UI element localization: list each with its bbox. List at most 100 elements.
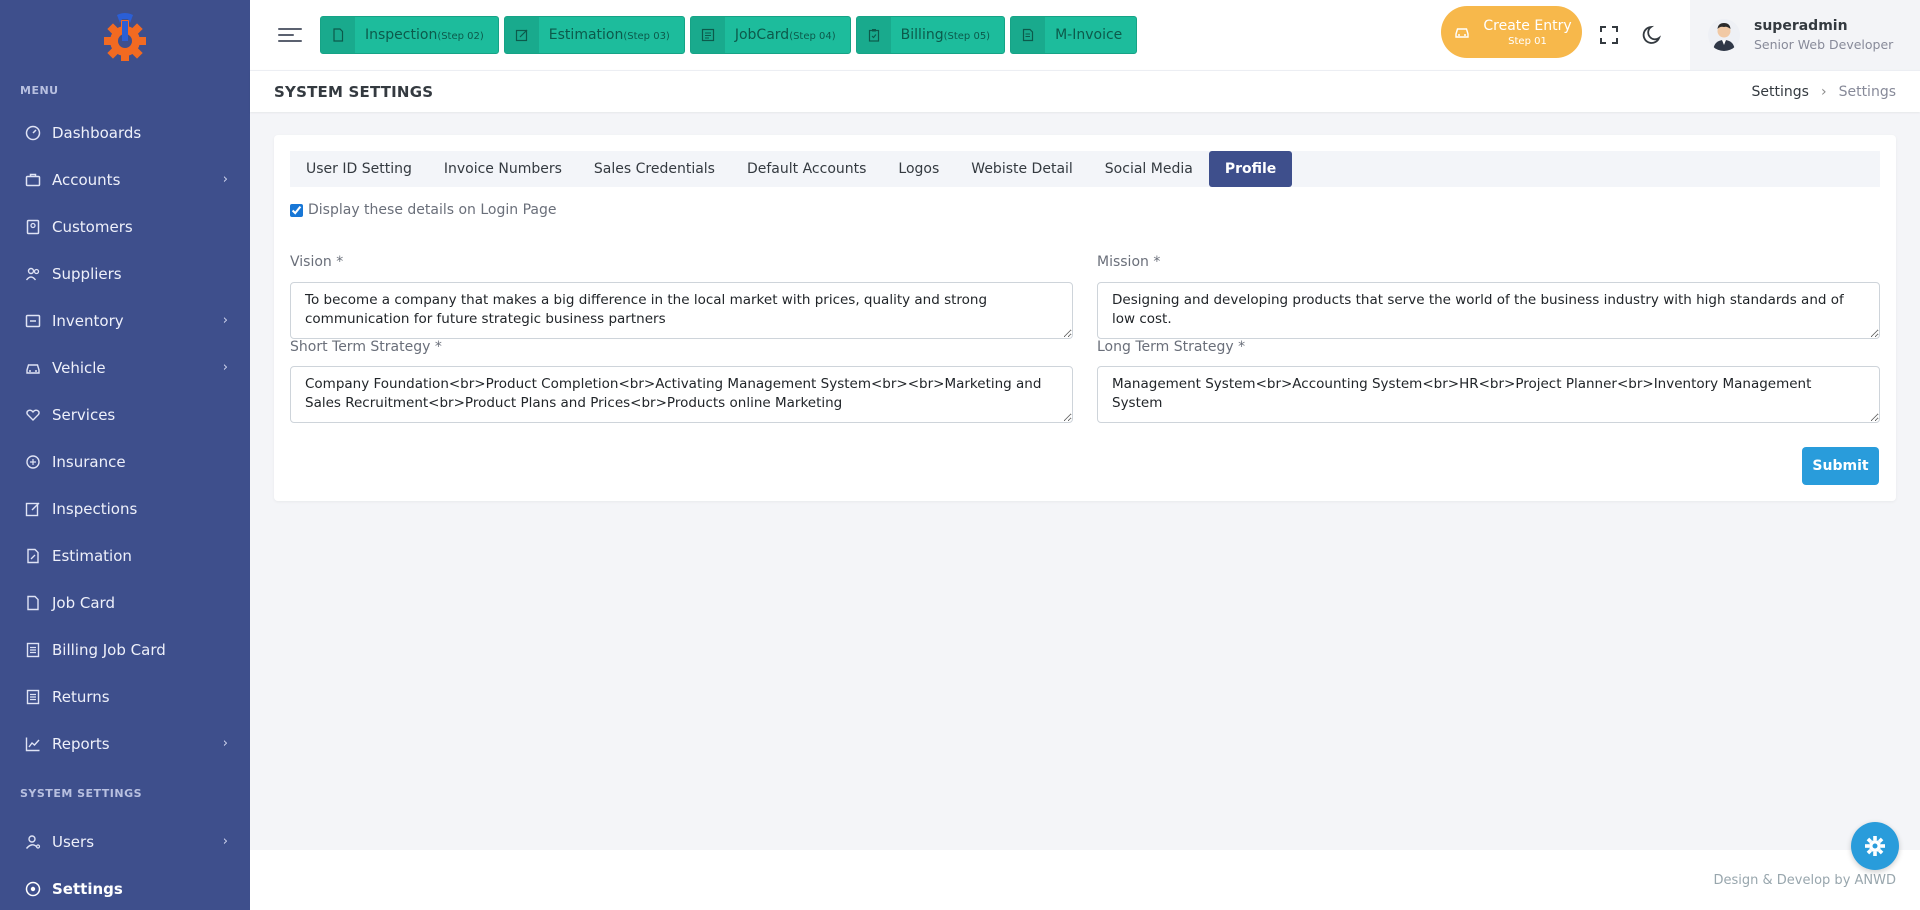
tab-sales-credentials[interactable]: Sales Credentials	[578, 151, 731, 187]
sidebar-item-settings[interactable]: Settings	[0, 865, 250, 910]
step-label: JobCard	[734, 27, 790, 43]
system-settings-section-title: SYSTEM SETTINGS	[20, 787, 143, 800]
step-inspection-button[interactable]: Inspection(Step 02)	[320, 16, 499, 54]
sidebar-item-returns[interactable]: Returns	[0, 673, 250, 720]
sidebar-item-label: Users	[52, 832, 95, 851]
mission-field[interactable]: Designing and developing products that s…	[1097, 282, 1880, 339]
settings-icon	[24, 880, 42, 898]
user-role: Senior Web Developer	[1754, 37, 1894, 52]
chevron-right-icon: ›	[222, 313, 228, 328]
submit-button[interactable]: Submit	[1802, 447, 1879, 485]
sidebar-item-estimation[interactable]: Estimation	[0, 532, 250, 579]
contact-book-icon	[24, 218, 42, 236]
tab-invoice-numbers[interactable]: Invoice Numbers	[428, 151, 578, 187]
step-number: (Step 05)	[943, 31, 991, 42]
menu-section-title: MENU	[20, 84, 59, 97]
step-label: M-Invoice	[1055, 27, 1123, 43]
sidebar-item-dashboards[interactable]: Dashboards	[0, 109, 250, 156]
display-on-login-row: Display these details on Login Page	[290, 202, 556, 218]
step-estimation-button[interactable]: Estimation(Step 03)	[503, 16, 685, 54]
page-title: SYSTEM SETTINGS	[274, 82, 434, 101]
chevron-right-icon: ›	[222, 834, 228, 849]
sidebar-item-accounts[interactable]: Accounts ›	[0, 156, 250, 203]
briefcase-icon	[24, 171, 42, 189]
sidebar-item-label: Settings	[52, 879, 123, 898]
heart-hand-icon	[24, 406, 42, 424]
tab-social-media[interactable]: Social Media	[1089, 151, 1209, 187]
sidebar-item-suppliers[interactable]: Suppliers	[0, 250, 250, 297]
theme-settings-button[interactable]	[1851, 822, 1899, 870]
inventory-icon	[24, 312, 42, 330]
sidebar-item-customers[interactable]: Customers	[0, 203, 250, 250]
tab-default-accounts[interactable]: Default Accounts	[731, 151, 882, 187]
user-settings-icon	[24, 833, 42, 851]
long-term-strategy-field[interactable]: Management System<br>Accounting System<b…	[1097, 366, 1880, 423]
avatar	[1708, 19, 1740, 51]
car-icon	[1441, 6, 1483, 58]
sidebar-item-label: Accounts	[52, 170, 121, 189]
sidebar-item-inspections[interactable]: Inspections	[0, 485, 250, 532]
file-edit-icon	[24, 547, 42, 565]
sidebar-item-label: Billing Job Card	[52, 640, 166, 659]
sidebar-item-vehicle[interactable]: Vehicle ›	[0, 344, 250, 391]
chevron-right-icon: ›	[222, 360, 228, 375]
edit-icon	[504, 17, 539, 53]
tab-user-id-setting[interactable]: User ID Setting	[290, 151, 428, 187]
user-name: superadmin	[1754, 18, 1848, 34]
step-number: (Step 04)	[789, 31, 836, 42]
tab-profile[interactable]: Profile	[1208, 151, 1293, 187]
dashboard-icon	[24, 124, 42, 142]
page-title-bar: SYSTEM SETTINGS Settings › Settings	[250, 70, 1920, 112]
short-term-strategy-field[interactable]: Company Foundation<br>Product Completion…	[290, 366, 1073, 423]
dark-mode-icon[interactable]	[1642, 24, 1664, 46]
footer-credit: Design & Develop by ANWD	[1713, 872, 1897, 888]
breadcrumb-current: Settings	[1838, 83, 1896, 100]
step-billing-button[interactable]: Billing(Step 05)	[855, 16, 1006, 54]
create-entry-button[interactable]: Create Entry Step 01	[1441, 6, 1582, 58]
sidebar-item-inventory[interactable]: Inventory ›	[0, 297, 250, 344]
tab-website-detail[interactable]: Webiste Detail	[955, 151, 1089, 187]
gear-wrench-logo-icon	[104, 13, 146, 61]
breadcrumb-link-settings[interactable]: Settings	[1752, 84, 1809, 100]
sidebar-item-users[interactable]: Users ›	[0, 818, 250, 865]
settings-card: User ID Setting Invoice Numbers Sales Cr…	[274, 135, 1896, 501]
long-term-strategy-label: Long Term Strategy *	[1097, 339, 1246, 355]
tab-logos[interactable]: Logos	[882, 151, 955, 187]
sidebar-item-label: Dashboards	[52, 123, 142, 142]
sidebar-item-label: Returns	[52, 687, 110, 706]
document-lines-icon	[24, 641, 42, 659]
sidebar-item-insurance[interactable]: Insurance	[0, 438, 250, 485]
user-profile-dropdown[interactable]: superadmin Senior Web Developer	[1690, 0, 1920, 70]
app-logo[interactable]	[0, 0, 250, 72]
display-on-login-checkbox[interactable]	[290, 203, 303, 217]
step-label: Estimation	[548, 27, 624, 43]
step-number: (Step 03)	[623, 31, 670, 42]
edit-box-icon	[24, 500, 42, 518]
step-label: Billing	[900, 27, 944, 43]
document-icon	[24, 594, 42, 612]
mission-label: Mission *	[1097, 254, 1161, 270]
vision-field[interactable]: To become a company that makes a big dif…	[290, 282, 1073, 339]
menu-toggle-icon[interactable]	[278, 24, 302, 46]
breadcrumb: Settings › Settings	[1752, 84, 1896, 100]
vision-label: Vision *	[290, 254, 344, 270]
sidebar-item-reports[interactable]: Reports ›	[0, 720, 250, 767]
m-invoice-button[interactable]: M-Invoice	[1010, 16, 1138, 54]
settings-tabs: User ID Setting Invoice Numbers Sales Cr…	[290, 151, 1880, 187]
sidebar-item-services[interactable]: Services	[0, 391, 250, 438]
sidebar-item-label: Job Card	[52, 593, 115, 612]
sidebar: MENU Dashboards Accounts › Customers Sup…	[0, 0, 250, 910]
sidebar-item-billing-job-card[interactable]: Billing Job Card	[0, 626, 250, 673]
sidebar-item-label: Services	[52, 405, 116, 424]
display-on-login-label: Display these details on Login Page	[308, 202, 557, 218]
users-icon	[24, 265, 42, 283]
shield-icon	[24, 453, 42, 471]
top-header: Inspection(Step 02) Estimation(Step 03) …	[250, 0, 1920, 70]
sidebar-item-job-card[interactable]: Job Card	[0, 579, 250, 626]
sidebar-item-label: Vehicle	[52, 358, 106, 377]
sidebar-item-label: Reports	[52, 734, 110, 753]
step-jobcard-button[interactable]: JobCard(Step 04)	[689, 16, 851, 54]
create-entry-label: Create Entry	[1483, 17, 1572, 34]
breadcrumb-separator-icon: ›	[1820, 83, 1827, 100]
fullscreen-icon[interactable]	[1598, 24, 1620, 46]
